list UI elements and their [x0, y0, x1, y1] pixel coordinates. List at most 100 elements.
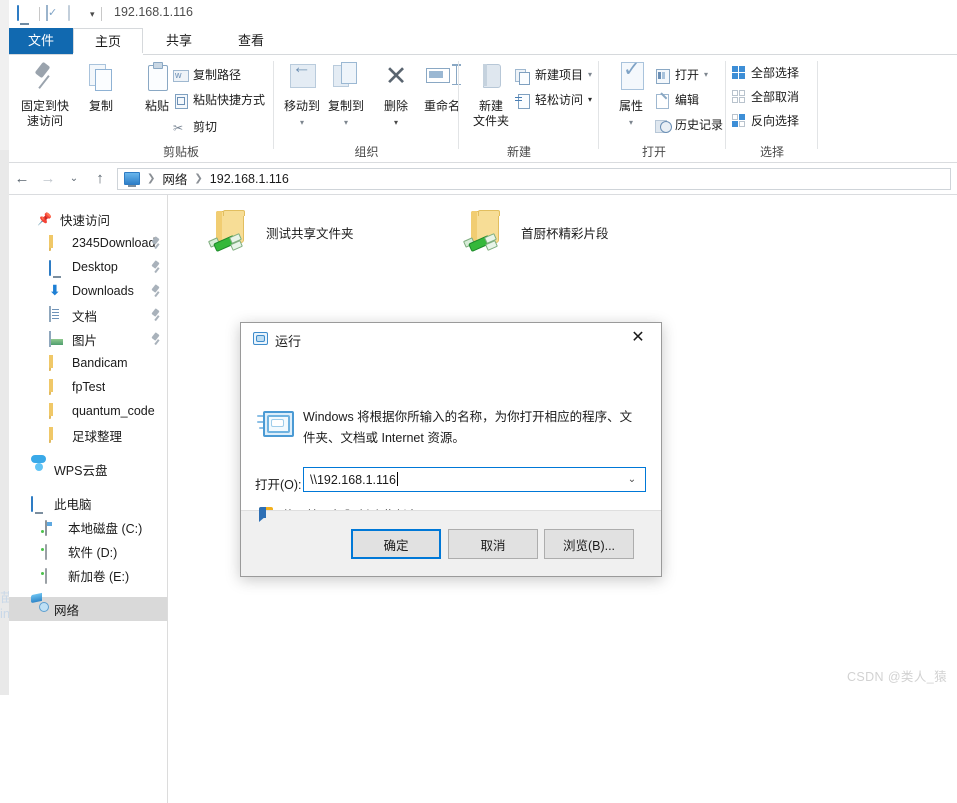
- sidebar-item-drive-e[interactable]: 新加卷 (E:): [9, 563, 167, 587]
- sidebar-item-football[interactable]: 足球整理: [9, 423, 167, 447]
- ribbon-button-open[interactable]: 打开 ▾: [655, 67, 708, 84]
- browse-button[interactable]: 浏览(B)...: [544, 529, 634, 559]
- ribbon-button-easy-access[interactable]: 轻松访问 ▾: [515, 92, 592, 109]
- sidebar-label: 足球整理: [72, 429, 123, 444]
- ribbon-group-label-select: 选择: [759, 145, 784, 159]
- desktop-icon: [49, 259, 65, 276]
- ribbon-group-label-open: 打开: [641, 145, 666, 159]
- sidebar-item-drive-d[interactable]: 软件 (D:): [9, 539, 167, 563]
- ribbon-button-copy-path[interactable]: 复制路径: [173, 67, 241, 83]
- cancel-button[interactable]: 取消: [448, 529, 538, 559]
- tab-home[interactable]: 主页: [73, 28, 143, 54]
- folder-icon: [49, 355, 65, 371]
- tab-view[interactable]: 查看: [215, 28, 287, 54]
- ribbon-button-copy-to[interactable]: 复制到 ▾: [318, 61, 374, 130]
- invert-selection-icon: [732, 114, 746, 128]
- sidebar-item-fptest[interactable]: fpTest: [9, 375, 167, 399]
- downloads-icon: ⬇: [49, 282, 61, 298]
- sidebar-item-bandicam[interactable]: Bandicam: [9, 351, 167, 375]
- window-title: 192.168.1.116: [114, 5, 194, 19]
- ribbon-label-paste-shortcut: 粘贴快捷方式: [193, 93, 266, 107]
- documents-icon: [49, 306, 65, 323]
- ribbon-label-delete: 删除: [383, 99, 408, 113]
- ribbon-button-copy[interactable]: 复制: [73, 61, 129, 114]
- up-button[interactable]: ↑: [87, 170, 113, 187]
- run-dialog-footer: 确定 取消 浏览(B)...: [241, 510, 661, 576]
- run-icon: [251, 332, 268, 347]
- run-command-input[interactable]: \\192.168.1.116: [304, 472, 619, 487]
- sidebar-item-wps-cloud[interactable]: WPS云盘: [9, 457, 167, 481]
- properties-icon[interactable]: [46, 5, 62, 22]
- cloud-icon: [31, 461, 47, 477]
- ribbon-button-paste-shortcut[interactable]: 粘贴快捷方式: [173, 92, 266, 109]
- new-folder-icon[interactable]: [68, 5, 84, 22]
- ribbon-button-cut[interactable]: ✂ 剪切: [173, 119, 217, 135]
- back-button[interactable]: ←: [9, 170, 35, 187]
- navigation-pane: 📌 快速访问 2345Download Desktop ⬇ Downloads: [9, 195, 168, 803]
- sidebar-label: 文档: [72, 309, 98, 324]
- sidebar-item-desktop[interactable]: Desktop: [9, 255, 167, 279]
- pin-icon: [151, 309, 161, 320]
- pin-icon: [151, 237, 161, 248]
- sidebar-item-quick-access[interactable]: 📌 快速访问: [9, 207, 167, 231]
- sidebar-item-quantum-code[interactable]: quantum_code: [9, 399, 167, 423]
- pin-icon: [151, 333, 161, 344]
- ok-button[interactable]: 确定: [351, 529, 441, 559]
- close-icon[interactable]: ✕: [615, 323, 661, 353]
- run-dialog-body: Windows 将根据你所输入的名称，为你打开相应的程序、文件夹、文档或 Int…: [241, 357, 661, 523]
- qat-divider: [39, 7, 40, 21]
- ribbon-button-select-none[interactable]: 全部取消: [732, 89, 799, 105]
- ribbon-button-edit[interactable]: 编辑: [655, 92, 699, 109]
- breadcrumb-item-network[interactable]: 网络: [162, 169, 187, 188]
- list-item[interactable]: 首厨杯精彩片段: [463, 209, 609, 253]
- folder-icon: [49, 403, 65, 419]
- sidebar-item-2345download[interactable]: 2345Download: [9, 231, 167, 255]
- sidebar-item-network[interactable]: 网络: [9, 597, 167, 621]
- ribbon-label-select-all: 全部选择: [751, 66, 800, 80]
- run-dialog-description: Windows 将根据你所输入的名称，为你打开相应的程序、文件夹、文档或 Int…: [303, 410, 633, 445]
- sidebar-label: 快速访问: [60, 213, 111, 228]
- this-pc-icon: [124, 172, 140, 187]
- ribbon-label-rename: 重命名: [423, 99, 460, 113]
- run-command-combobox[interactable]: \\192.168.1.116 ⌄: [303, 467, 646, 492]
- pin-icon: [151, 261, 161, 272]
- sidebar-item-local-disk-c[interactable]: 本地磁盘 (C:): [9, 515, 167, 539]
- ribbon-button-new-item[interactable]: 新建项目 ▾: [515, 67, 592, 85]
- drive-icon: [45, 543, 61, 560]
- breadcrumb-item-host[interactable]: 192.168.1.116: [210, 172, 289, 186]
- monitor-icon[interactable]: [17, 5, 33, 22]
- pictures-icon: [49, 331, 65, 347]
- ribbon-button-new-folder[interactable]: 新建 文件夹: [463, 61, 519, 129]
- ribbon-label-properties: 属性: [618, 99, 643, 113]
- quick-access-toolbar: ▾: [17, 4, 102, 24]
- folder-icon: [49, 379, 65, 395]
- breadcrumb[interactable]: ❯ 网络 ❯ 192.168.1.116: [117, 167, 951, 190]
- ribbon-button-history[interactable]: 历史记录: [655, 117, 723, 133]
- list-item[interactable]: 测试共享文件夹: [208, 209, 354, 253]
- sidebar-item-pictures[interactable]: 图片: [9, 327, 167, 351]
- run-dialog: 运行 ✕ Windows 将根据你所输入的名称，为你打开相应的程序、文件夹、文档…: [240, 322, 662, 577]
- ribbon-group-label-new: 新建: [506, 145, 531, 159]
- scissors-icon: ✂: [173, 120, 184, 135]
- sidebar-label: 网络: [54, 603, 80, 618]
- run-command-value: \\192.168.1.116: [310, 473, 396, 487]
- ribbon-button-invert-selection[interactable]: 反向选择: [732, 113, 799, 129]
- recent-locations-button[interactable]: ⌄: [61, 173, 87, 184]
- sidebar-item-this-pc[interactable]: 此电脑: [9, 491, 167, 515]
- ribbon-group-new: 新建 文件夹 新建项目 ▾ 轻松访问 ▾ 新建: [459, 55, 599, 162]
- sidebar-label: 此电脑: [54, 497, 92, 512]
- ribbon-button-properties[interactable]: 属性 ▾: [603, 61, 659, 130]
- chevron-down-icon[interactable]: ⌄: [619, 474, 645, 485]
- ribbon-button-select-all[interactable]: 全部选择: [732, 65, 799, 81]
- address-bar: ← → ⌄ ↑ ❯ 网络 ❯ 192.168.1.116: [9, 163, 957, 195]
- forward-button: →: [40, 170, 56, 187]
- folder-name: 测试共享文件夹: [266, 227, 354, 241]
- select-all-icon: [732, 66, 746, 80]
- sidebar-item-downloads[interactable]: ⬇ Downloads: [9, 279, 167, 303]
- tab-share[interactable]: 共享: [143, 28, 215, 54]
- title-bar: ▾ 192.168.1.116: [9, 0, 957, 28]
- ribbon-button-pin-to-quick-access[interactable]: 固定到快 速访问: [17, 61, 73, 129]
- tab-file[interactable]: 文件: [9, 28, 73, 54]
- chevron-down-icon[interactable]: ▾: [90, 9, 95, 20]
- sidebar-item-documents[interactable]: 文档: [9, 303, 167, 327]
